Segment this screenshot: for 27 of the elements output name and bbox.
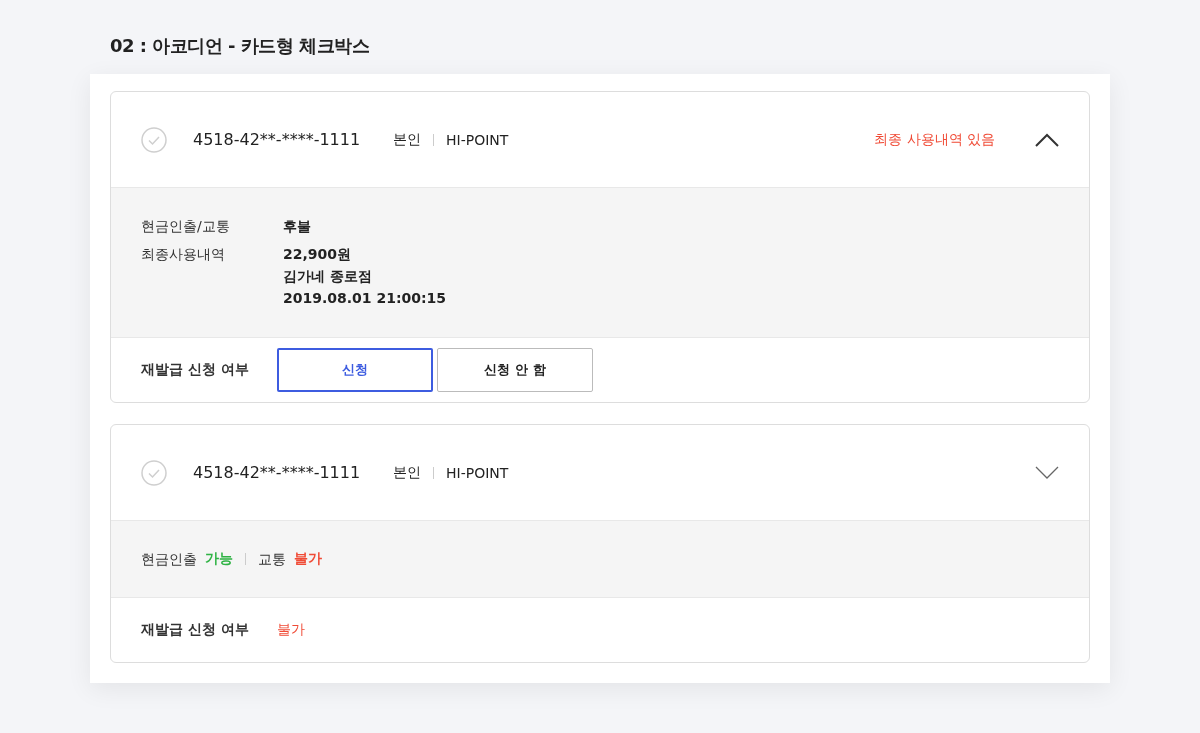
reissue-status: 불가 bbox=[277, 621, 305, 639]
owner-label: 본인 bbox=[393, 463, 421, 482]
service-label: 현금인출 bbox=[141, 550, 197, 569]
section-title: 02 : 아코디언 - 카드형 체크박스 bbox=[110, 34, 371, 58]
detail-value: 22,900원 bbox=[283, 245, 353, 264]
card-type: HI-POINT bbox=[446, 464, 509, 481]
reissue-option-button[interactable]: 신청 bbox=[277, 348, 433, 392]
reissue-option-button[interactable]: 신청 안 함 bbox=[437, 348, 593, 392]
chevron-up-icon[interactable] bbox=[1035, 132, 1059, 147]
owner-label: 본인 bbox=[393, 130, 421, 149]
service-label: 교통 bbox=[258, 550, 286, 569]
detail-label: 최종사용내역 bbox=[141, 245, 226, 264]
service-status: 가능 bbox=[205, 550, 233, 568]
reissue-label: 재발급 신청 여부 bbox=[141, 621, 250, 639]
card-type: HI-POINT bbox=[446, 131, 509, 148]
detail-value: 후불 bbox=[283, 217, 312, 236]
detail-value: 김가네 종로점 bbox=[283, 267, 373, 286]
usage-status: 최종 사용내역 있음 bbox=[874, 130, 995, 149]
service-status: 불가 bbox=[294, 550, 322, 568]
card-number: 4518-42**-****-1111 bbox=[193, 130, 362, 149]
chevron-down-icon[interactable] bbox=[1035, 465, 1059, 480]
card-number: 4518-42**-****-1111 bbox=[193, 463, 362, 482]
check-circle-icon[interactable] bbox=[141, 126, 167, 153]
detail-label: 현금인출/교통 bbox=[141, 217, 231, 236]
reissue-label: 재발급 신청 여부 bbox=[141, 361, 250, 379]
detail-value: 2019.08.01 21:00:15 bbox=[283, 289, 448, 308]
check-circle-icon[interactable] bbox=[141, 459, 167, 486]
